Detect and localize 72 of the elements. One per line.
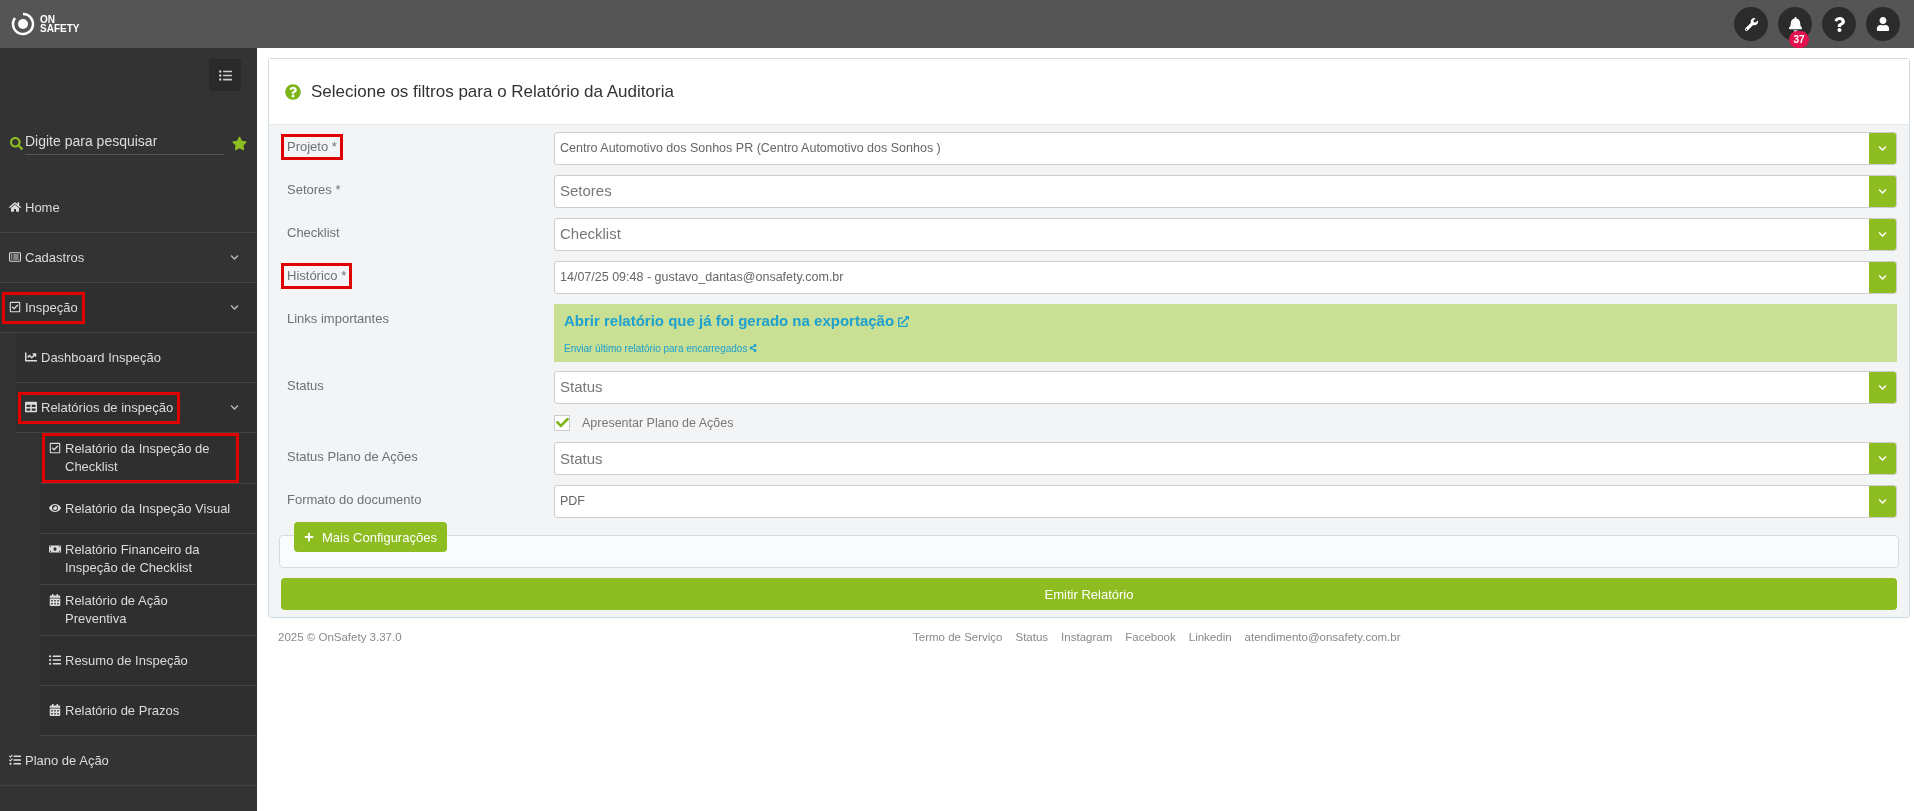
line-chart-icon — [25, 350, 37, 363]
wrench-icon — [1744, 17, 1758, 31]
chevron-down-icon — [1878, 144, 1887, 153]
user-button[interactable] — [1866, 7, 1900, 41]
form-icon — [9, 250, 21, 263]
search-field[interactable]: Digite para pesquisar — [25, 131, 224, 155]
help-icon — [285, 83, 301, 100]
footer-link[interactable]: Status — [1015, 628, 1049, 646]
table-icon — [25, 400, 37, 413]
chevron-down-icon[interactable] — [230, 403, 239, 412]
home-icon — [9, 200, 21, 213]
footer-link[interactable]: Facebook — [1125, 628, 1176, 646]
select-field[interactable]: Centro Automotivo dos Sonhos PR (Centro Automotivo dos Sonhos ) — [554, 132, 1897, 165]
help-button[interactable] — [1822, 7, 1856, 41]
field-label: Formato do documento — [286, 491, 423, 510]
chevron-down-icon[interactable] — [230, 253, 239, 262]
nav-item[interactable]: Relatórios de inspeção — [18, 391, 181, 424]
field-label: Links importantes — [286, 310, 390, 328]
card-title: Selecione os filtros para o Relatório da Auditoria — [311, 80, 674, 103]
external-link-icon — [898, 315, 910, 327]
chevron-down-icon — [1878, 497, 1887, 507]
select-field[interactable]: Status — [554, 370, 1897, 404]
footer-link[interactable]: Linkedin — [1188, 628, 1232, 646]
user-icon — [1876, 17, 1890, 31]
select-field[interactable]: Checklist — [554, 218, 1897, 251]
chevron-down-icon — [1878, 382, 1887, 392]
chevron-down-icon[interactable] — [230, 303, 239, 312]
calendar-icon — [49, 703, 61, 716]
plus-icon — [304, 532, 314, 543]
select-field[interactable]: 14/07/25 09:48 - gustavo_dantas@onsafety.com.br — [554, 261, 1897, 294]
nav-item[interactable]: Relatório da Inspeção de Checklist — [42, 433, 239, 483]
chevron-down-icon — [1878, 273, 1887, 282]
checkbox-label: Apresentar Plano de Ações — [582, 414, 734, 432]
menu-toggle-button[interactable] — [209, 59, 241, 91]
select-field[interactable]: Status — [554, 442, 1897, 476]
chevron-down-icon — [1878, 454, 1887, 464]
footer-link[interactable]: Termo de Serviço — [913, 628, 1003, 646]
logo-icon — [10, 11, 36, 37]
list-icon — [49, 653, 61, 666]
nav-item[interactable]: Cadastros — [2, 241, 92, 274]
menu-icon — [218, 68, 232, 82]
field-label: Histórico * — [281, 263, 353, 289]
nav-item[interactable]: Inspeção — [2, 291, 85, 324]
checkbox-icon — [49, 442, 61, 454]
search-icon — [10, 136, 23, 150]
copyright-text: 2025 © OnSafety 3.37.0 — [278, 629, 403, 645]
banknote-icon — [49, 543, 61, 555]
nav-item[interactable]: Home — [2, 191, 67, 224]
field-label: Checklist — [286, 224, 341, 242]
eye-icon — [49, 501, 61, 514]
share-icon — [749, 344, 758, 352]
footer-link[interactable]: atendimento@onsafety.com.br — [1244, 628, 1401, 646]
settings-button[interactable] — [1734, 7, 1768, 41]
notification-badge: 37 — [1789, 31, 1809, 48]
field-label: Status — [286, 376, 325, 395]
star-icon[interactable] — [232, 135, 247, 151]
field-label: Projeto * — [281, 134, 343, 160]
list-icon — [9, 753, 21, 766]
chevron-down-icon — [1878, 187, 1887, 196]
select-field[interactable]: PDF — [554, 485, 1897, 519]
checkbox[interactable] — [554, 414, 570, 431]
notifications-button[interactable] — [1778, 7, 1812, 41]
field-label: Status Plano de Ações — [286, 448, 419, 467]
field-label: Setores * — [286, 181, 342, 199]
chevron-down-icon — [1878, 230, 1887, 239]
nav-item[interactable]: Plano de Ação — [2, 744, 116, 777]
bell-icon — [1787, 16, 1803, 32]
logo-text: ON SAFETY — [40, 15, 80, 33]
footer-link[interactable]: Instagram — [1061, 628, 1113, 646]
checkbox-icon — [9, 300, 21, 313]
calendar-icon — [49, 594, 61, 606]
select-field[interactable]: Setores — [554, 175, 1897, 208]
